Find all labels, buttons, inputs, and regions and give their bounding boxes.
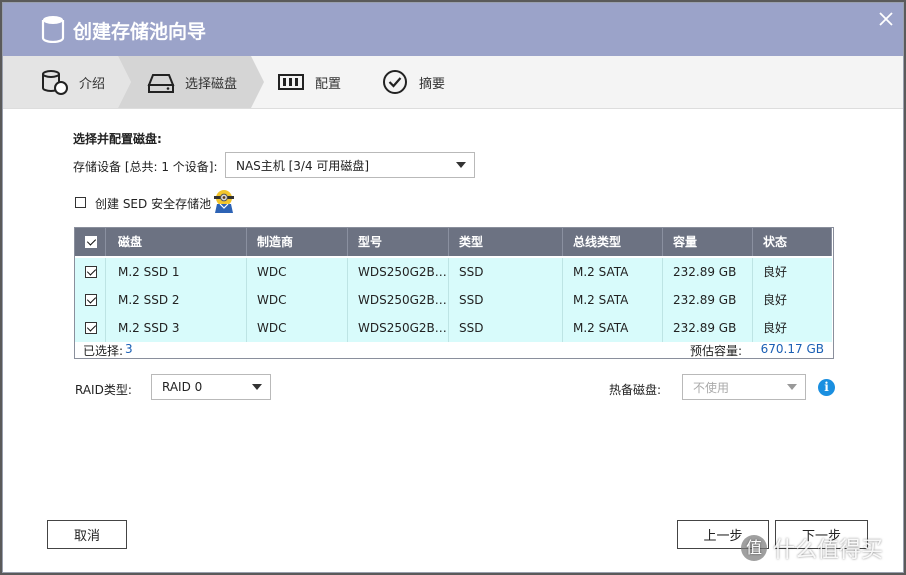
step-label: 选择磁盘 <box>185 76 238 92</box>
chevron-down-icon <box>252 384 262 390</box>
raid-label: RAID类型: <box>75 383 132 397</box>
minion-mascot-icon <box>214 190 234 213</box>
capacity-cell: 232.89 GB <box>663 286 753 314</box>
column-header[interactable]: 磁盘 <box>106 228 247 256</box>
raid-type-select[interactable]: RAID 0 <box>151 374 271 400</box>
step-label: 摘要 <box>419 76 446 92</box>
row-checkbox[interactable] <box>85 294 97 306</box>
hotspare-value: 不使用 <box>693 380 730 395</box>
selected-count: 3 <box>125 342 133 356</box>
vendor-cell: WDC <box>247 258 348 286</box>
hotspare-select[interactable]: 不使用 <box>682 374 806 400</box>
table-header: 磁盘 制造商 型号 类型 总线类型 容量 状态 <box>75 228 832 256</box>
select-all-checkbox[interactable] <box>85 236 97 248</box>
step-label: 配置 <box>315 76 342 92</box>
column-header[interactable]: 制造商 <box>247 228 348 256</box>
raid-type-value: RAID 0 <box>162 380 203 394</box>
sed-label: 创建 SED 安全存储池 <box>95 197 212 211</box>
drive-icon <box>147 74 175 93</box>
steps-background <box>3 56 264 108</box>
database-icon <box>42 70 68 95</box>
row-select-cell <box>75 286 106 314</box>
close-icon[interactable] <box>877 10 895 28</box>
storage-device-value: NAS主机 [3/4 可用磁盘] <box>236 158 370 173</box>
select-all-cell <box>75 228 106 256</box>
step-label: 介绍 <box>79 76 106 92</box>
table-row[interactable]: M.2 SSD 2 WDC WDS250G2B… SSD M.2 SATA 23… <box>75 286 832 314</box>
title-bar: 创建存储池向导 <box>3 3 903 56</box>
chevron-down-icon <box>787 384 797 390</box>
vendor-cell: WDC <box>247 314 348 342</box>
column-header[interactable]: 容量 <box>663 228 753 256</box>
cancel-button[interactable]: 取消 <box>47 520 127 549</box>
disk-cell: M.2 SSD 3 <box>106 314 247 342</box>
column-header[interactable]: 状态 <box>753 228 832 256</box>
row-select-cell <box>75 258 106 286</box>
column-header[interactable]: 类型 <box>449 228 563 256</box>
step-intro: 介绍 <box>41 56 105 108</box>
row-select-cell <box>75 314 106 342</box>
dialog-title: 创建存储池向导 <box>73 21 207 43</box>
section-title: 选择并配置磁盘: <box>73 132 162 146</box>
step-select-disks: 选择磁盘 <box>147 56 237 108</box>
status-cell: 良好 <box>763 265 788 279</box>
storage-device-select[interactable]: NAS主机 [3/4 可用磁盘] <box>225 152 475 178</box>
config-icon <box>278 74 304 90</box>
disk-table: 磁盘 制造商 型号 类型 总线类型 容量 状态 M.2 SSD 1 WDC WD… <box>74 227 834 359</box>
bus-type-cell: M.2 SATA <box>563 258 663 286</box>
capacity-value: 670.17 GB <box>760 342 824 356</box>
disk-cell: M.2 SSD 2 <box>106 286 247 314</box>
type-cell: SSD <box>449 286 563 314</box>
bus-type-cell: M.2 SATA <box>563 286 663 314</box>
watermark-text: 什么值得买 <box>773 538 884 563</box>
step-configure: 配置 <box>277 56 341 108</box>
watermark: 值 什么值得买 <box>741 532 883 564</box>
hotspare-label: 热备磁盘: <box>609 383 662 397</box>
model-cell: WDS250G2B… <box>348 286 449 314</box>
vendor-cell: WDC <box>247 286 348 314</box>
table-row[interactable]: M.2 SSD 1 WDC WDS250G2B… SSD M.2 SATA 23… <box>75 258 832 286</box>
selected-label: 已选择: <box>83 344 124 358</box>
disk-cell: M.2 SSD 1 <box>106 258 247 286</box>
database-icon <box>41 16 65 43</box>
column-header[interactable]: 型号 <box>348 228 449 256</box>
capacity-cell: 232.89 GB <box>663 258 753 286</box>
status-cell: 良好 <box>763 321 788 335</box>
row-checkbox[interactable] <box>85 266 97 278</box>
table-footer: 已选择: 3 预估容量: 670.17 GB <box>75 340 832 358</box>
row-checkbox[interactable] <box>85 322 97 334</box>
type-cell: SSD <box>449 258 563 286</box>
bus-type-cell: M.2 SATA <box>563 314 663 342</box>
capacity-cell: 232.89 GB <box>663 314 753 342</box>
info-icon[interactable]: i <box>818 379 835 396</box>
status-cell: 良好 <box>763 293 788 307</box>
wizard-steps: 介绍 选择磁盘 配置 摘要 <box>3 56 903 109</box>
capacity-label: 预估容量: <box>689 344 742 358</box>
table-row[interactable]: M.2 SSD 3 WDC WDS250G2B… SSD M.2 SATA 23… <box>75 314 832 342</box>
storage-device-label: 存储设备 [总共: 1 个设备]: <box>73 160 218 174</box>
type-cell: SSD <box>449 314 563 342</box>
watermark-badge: 值 <box>741 535 767 561</box>
chevron-down-icon <box>456 162 466 168</box>
wizard-dialog: 创建存储池向导 介绍 选择磁盘 配置 摘要 选择并配置磁盘: 存储设备 [总共:… <box>2 2 904 573</box>
check-circle-icon <box>383 70 407 94</box>
model-cell: WDS250G2B… <box>348 314 449 342</box>
model-cell: WDS250G2B… <box>348 258 449 286</box>
column-header[interactable]: 总线类型 <box>563 228 663 256</box>
sed-checkbox[interactable] <box>75 197 86 208</box>
step-summary: 摘要 <box>381 56 445 108</box>
